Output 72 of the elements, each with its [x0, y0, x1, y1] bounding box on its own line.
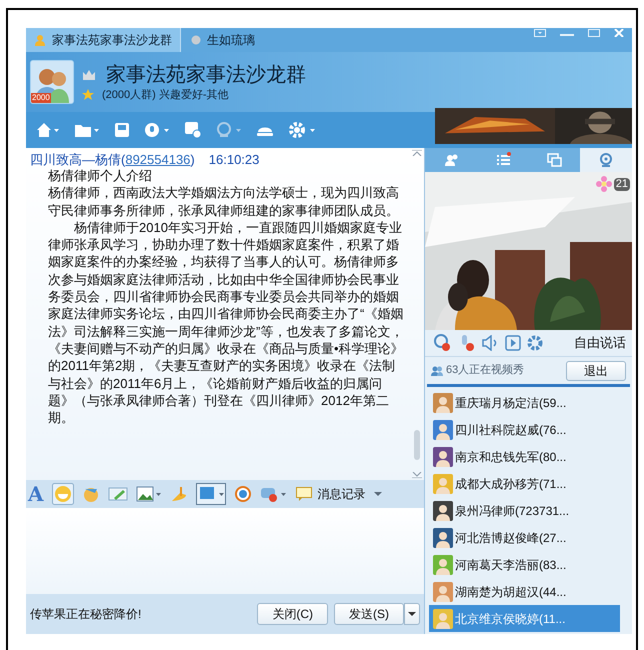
viewer-count: 63人正在视频秀 — [446, 363, 526, 378]
dropdown-icon[interactable] — [534, 29, 546, 37]
member-item[interactable]: 重庆瑞月杨定洁(59... — [429, 389, 620, 416]
screenshot-icon[interactable] — [196, 483, 226, 505]
chat-tab[interactable]: 家事法苑家事法沙龙群 — [26, 28, 181, 52]
member-item[interactable]: 河南葛天李浩丽(83... — [429, 551, 620, 578]
dropdown-arrow-icon[interactable] — [374, 491, 382, 497]
coin-icon[interactable] — [234, 485, 252, 503]
avatar-icon — [433, 582, 453, 602]
avatar-icon — [433, 474, 453, 494]
chat-history-icon — [296, 487, 312, 501]
member-limit-badge: 2000 — [31, 93, 51, 103]
message-paragraph: 杨倩律师个人介绍 — [48, 167, 153, 184]
member-item[interactable]: 成都大成孙移芳(71... — [429, 470, 620, 497]
status-dot-icon — [191, 35, 201, 45]
flower-icon[interactable] — [596, 176, 612, 192]
member-item[interactable]: 河北浩博赵俊峰(27... — [429, 524, 620, 551]
scroll-down-icon[interactable] — [412, 472, 422, 478]
album-icon[interactable] — [114, 122, 130, 138]
home-icon[interactable] — [36, 122, 60, 138]
people-icon — [431, 366, 443, 376]
member-item[interactable]: 南京和忠钱先军(80... — [429, 443, 620, 470]
chat-tab[interactable]: 生如琉璃 — [181, 28, 265, 52]
caret-icon — [408, 612, 416, 616]
send-button[interactable]: 发送(S) — [334, 603, 404, 625]
avatar-icon — [433, 420, 453, 440]
close-icon[interactable] — [614, 29, 624, 37]
maximize-icon[interactable] — [588, 29, 600, 37]
member-item[interactable]: 四川社科院赵威(76... — [429, 416, 620, 443]
camera-off-icon[interactable] — [433, 334, 451, 352]
message-input-field[interactable] — [26, 508, 424, 594]
member-item[interactable]: 湖南楚为胡超汉(44... — [429, 578, 620, 605]
avatar-icon — [433, 446, 453, 466]
send-options-button[interactable] — [404, 603, 420, 625]
group-avatar[interactable]: 2000 — [30, 60, 74, 104]
folder-icon[interactable] — [74, 122, 100, 138]
image-icon[interactable] — [136, 486, 162, 502]
webcam-icon — [598, 152, 614, 168]
sender-line: 四川致高—杨倩(892554136) 16:10:23 — [30, 152, 260, 167]
scroll-up-icon[interactable] — [412, 150, 422, 156]
windows-icon — [546, 152, 562, 168]
speaker-icon[interactable] — [481, 335, 499, 351]
crown-icon — [82, 68, 96, 80]
side-panel-tab[interactable] — [580, 148, 632, 172]
member-item[interactable]: 泉州冯律师(723731... — [429, 497, 620, 524]
group-name: 家事法苑家事法沙龙群 — [106, 62, 306, 86]
star-icon — [82, 89, 94, 101]
smiley-icon[interactable] — [52, 483, 74, 505]
list-icon — [494, 152, 511, 168]
avatar-icon — [433, 554, 453, 574]
ad-text[interactable]: 传苹果正在秘密降价! — [30, 607, 258, 621]
people-icon — [34, 34, 46, 46]
webcam-icon[interactable] — [216, 122, 242, 138]
settings-icon[interactable] — [527, 335, 543, 351]
group-category: (2000人群) 兴趣爱好-其他 — [102, 88, 229, 102]
message-paragraph: 杨倩律师，西南政法大学婚姻法方向法学硕士，现为四川致高守民律师事务所律师，张承凤律师组建的家事律师团队成员。 — [48, 184, 400, 219]
exit-button[interactable]: 退出 — [566, 360, 626, 380]
message-paragraph: 杨倩律师于2010年实习开始，一直跟随四川婚姻家庭专业律师张承凤学习，协助办理了数十件婚姻家庭案件，积累了婚姻家庭案件的办案经验，均获得了当事人的认可。杨倩律师多次参与婚姻家庭法律师活动，比如由中华全国律师协会民事业务委员会，四川省律师协会民商事专业委员会共同举办的婚姻家庭法律师实务论坛，由四川省律师协会民商委主办了“《婚姻法》司法解释三实施一周年律师沙龙”等，也发表了多篇论文，《夫妻间赠与不动产的归属》收录在《商品与质量•科学理论》的2011年第2期，《夫妻互查财产的实务困境》收录在《法制与社会》的2011年6月上，《论婚前财产婚后收益的归属问题》（与张承凤律师合著）刊登在《四川律师》2012年第二期。 — [48, 218, 405, 426]
avatar-icon — [433, 500, 453, 520]
close-button[interactable]: 关闭(C) — [257, 603, 328, 625]
people-icon — [442, 152, 459, 168]
avatar-icon — [433, 528, 453, 548]
play-icon[interactable] — [505, 335, 521, 351]
sender-id-link[interactable]: 892554136 — [125, 152, 190, 167]
message-history-button[interactable]: 消息记录 — [296, 485, 366, 503]
avatar-icon — [433, 392, 453, 412]
pencil-icon[interactable] — [108, 486, 128, 502]
flower-count: 21 — [614, 178, 630, 190]
speak-mode-label[interactable]: 自由说话 — [574, 333, 626, 353]
settings-icon[interactable] — [288, 121, 316, 139]
scrollbar-thumb[interactable] — [414, 430, 420, 460]
avatar-icon — [433, 608, 453, 628]
